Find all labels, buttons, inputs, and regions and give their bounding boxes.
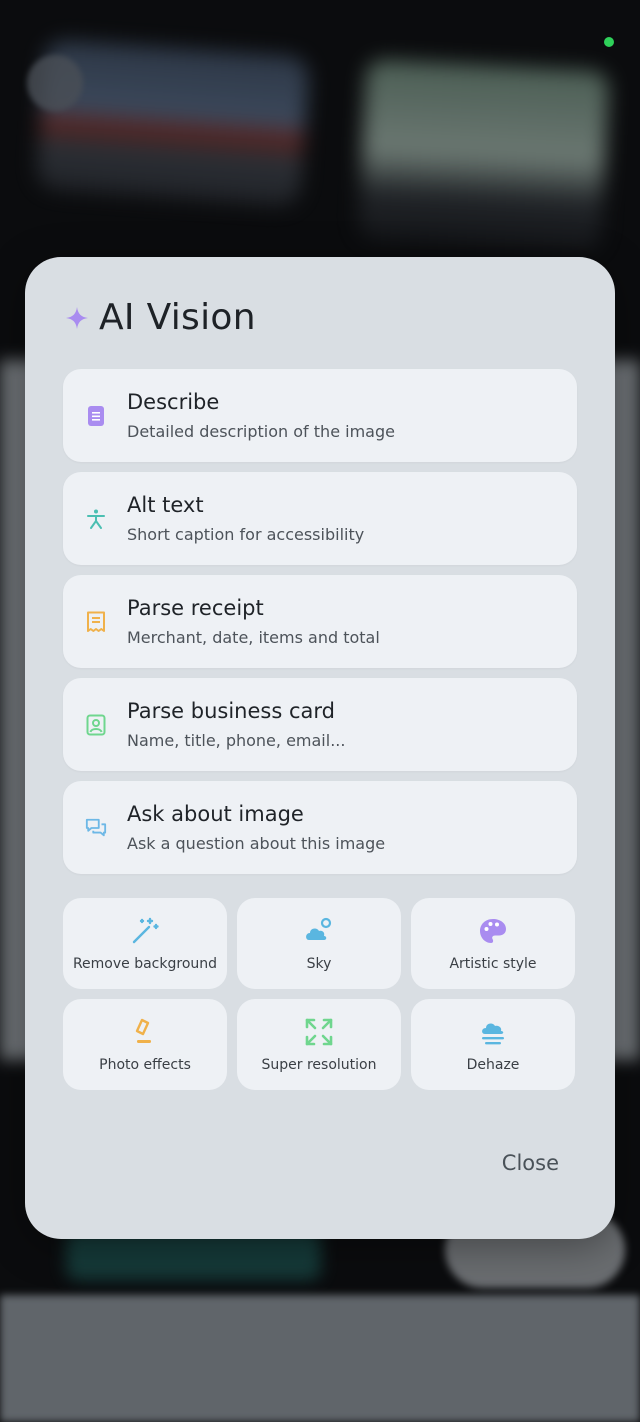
describe-subtitle: Detailed description of the image: [127, 422, 395, 441]
ai-vision-sheet: AI Vision Describe Detailed description …: [25, 257, 615, 1239]
parse-receipt-title: Parse receipt: [127, 596, 264, 620]
parse-business-card-subtitle: Name, title, phone, email...: [127, 731, 346, 750]
close-button[interactable]: Close: [502, 1151, 559, 1175]
parse-receipt-subtitle: Merchant, date, items and total: [127, 628, 380, 647]
artistic-style-button[interactable]: Artistic style: [411, 898, 575, 989]
parse-business-card-button[interactable]: Parse business card Name, title, phone, …: [63, 678, 577, 771]
sparkle-icon: [66, 306, 88, 329]
describe-title: Describe: [127, 390, 220, 414]
play-icon: [27, 55, 83, 111]
magic-wand-icon: [130, 916, 160, 946]
sky-label: Sky: [306, 955, 332, 972]
chat-bubbles-icon: [85, 817, 107, 839]
ask-about-image-subtitle: Ask a question about this image: [127, 834, 386, 853]
ask-about-image-button[interactable]: Ask about image Ask a question about thi…: [63, 781, 577, 874]
super-resolution-button[interactable]: Super resolution: [237, 999, 401, 1090]
background-image-thumbnail: [357, 58, 610, 252]
tools-grid: Remove background Sky Artistic style Pho…: [63, 898, 577, 1090]
contact-card-icon: [85, 714, 107, 736]
alt-text-subtitle: Short caption for accessibility: [127, 525, 365, 544]
palette-icon: [478, 916, 508, 946]
dehaze-button[interactable]: Dehaze: [411, 999, 575, 1090]
parse-receipt-button[interactable]: Parse receipt Merchant, date, items and …: [63, 575, 577, 668]
cloud-sun-icon: [304, 916, 334, 946]
sheet-title: AI Vision: [99, 297, 256, 338]
photo-effects-label: Photo effects: [99, 1056, 191, 1073]
photo-effects-button[interactable]: Photo effects: [63, 999, 227, 1090]
remove-background-button[interactable]: Remove background: [63, 898, 227, 989]
haze-icon: [478, 1017, 508, 1047]
alt-text-title: Alt text: [127, 493, 204, 517]
eraser-icon: [130, 1017, 160, 1047]
document-icon: [85, 405, 107, 427]
ask-about-image-title: Ask about image: [127, 802, 304, 826]
alt-text-button[interactable]: Alt text Short caption for accessibility: [63, 472, 577, 565]
action-list: Describe Detailed description of the ima…: [63, 369, 577, 884]
parse-business-card-title: Parse business card: [127, 699, 335, 723]
remove-background-label: Remove background: [72, 955, 218, 972]
sky-button[interactable]: Sky: [237, 898, 401, 989]
camera-indicator-icon: [604, 37, 614, 47]
super-resolution-label: Super resolution: [261, 1056, 377, 1073]
accessibility-icon: [85, 508, 107, 530]
receipt-icon: [85, 611, 107, 633]
artistic-style-label: Artistic style: [449, 955, 537, 972]
background-bottom-bar: [0, 1295, 640, 1422]
sheet-header: AI Vision: [65, 297, 256, 338]
describe-button[interactable]: Describe Detailed description of the ima…: [63, 369, 577, 462]
expand-icon: [304, 1017, 334, 1047]
dehaze-label: Dehaze: [466, 1056, 520, 1073]
